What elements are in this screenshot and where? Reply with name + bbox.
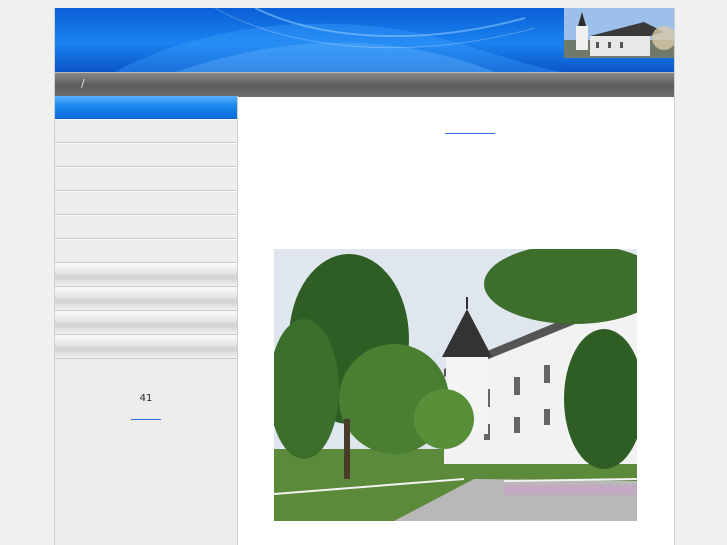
sidebar-item-10[interactable] xyxy=(55,335,237,359)
sidebar-item-7[interactable] xyxy=(55,263,237,287)
sidebar: 41 xyxy=(55,96,238,545)
header-banner xyxy=(55,8,674,72)
sidebar-item-3[interactable] xyxy=(55,167,237,191)
main-link[interactable] xyxy=(445,133,495,134)
counter-link[interactable] xyxy=(131,419,161,420)
church-thumbnail-icon xyxy=(564,8,674,58)
breadcrumb-bar: / xyxy=(55,72,674,97)
sidebar-item-6[interactable] xyxy=(55,239,237,263)
sidebar-item-5[interactable] xyxy=(55,215,237,239)
sidebar-item-8[interactable] xyxy=(55,287,237,311)
sidebar-item-4[interactable] xyxy=(55,191,237,215)
sidebar-item-9[interactable] xyxy=(55,311,237,335)
visitor-counter: 41 xyxy=(139,393,153,404)
sidebar-item-1[interactable] xyxy=(55,119,237,143)
church-photo-icon xyxy=(274,249,637,521)
breadcrumb-separator: / xyxy=(81,77,85,90)
sidebar-item-active[interactable] xyxy=(55,96,237,119)
sidebar-item-2[interactable] xyxy=(55,143,237,167)
page-container: / 41 xyxy=(54,8,675,545)
